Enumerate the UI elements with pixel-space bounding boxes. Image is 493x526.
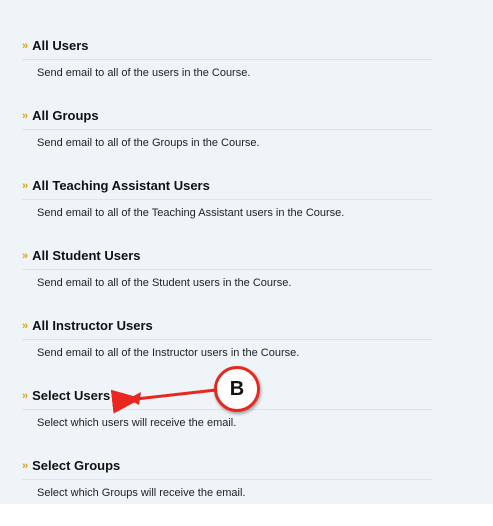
option-description: Send email to all of the Student users i… (37, 277, 292, 289)
divider (22, 199, 432, 200)
recipient-options-panel: » All Users Send email to all of the user… (0, 0, 493, 504)
option-link-all-instructor-users[interactable]: » All Instructor Users (22, 316, 153, 337)
option-title: All Teaching Assistant Users (32, 178, 210, 193)
option-title: All Users (32, 38, 89, 53)
double-chevron-icon: » (22, 390, 29, 402)
option-description: Select which users will receive the emai… (37, 417, 237, 429)
divider (22, 479, 432, 480)
option-link-all-users[interactable]: » All Users (22, 36, 89, 57)
option-title: All Groups (32, 108, 99, 123)
option-link-select-users[interactable]: » Select Users (22, 386, 110, 407)
recipient-options-list: » All Users Send email to all of the user… (22, 36, 432, 526)
list-item: » Select Groups Select which Groups will … (22, 456, 432, 526)
option-description: Select which Groups will receive the ema… (37, 487, 246, 499)
option-title: Select Groups (32, 458, 121, 473)
option-description: Send email to all of the Groups in the C… (37, 137, 260, 149)
option-description: Send email to all of the users in the Co… (37, 67, 251, 79)
option-link-all-student-users[interactable]: » All Student Users (22, 246, 140, 267)
double-chevron-icon: » (22, 460, 29, 472)
double-chevron-icon: » (22, 250, 29, 262)
option-title: All Student Users (32, 248, 141, 263)
divider (22, 129, 432, 130)
option-link-all-teaching-assistant-users[interactable]: » All Teaching Assistant Users (22, 176, 210, 197)
divider (22, 59, 432, 60)
double-chevron-icon: » (22, 320, 29, 332)
option-title: Select Users (32, 388, 111, 403)
list-item: » All Groups Send email to all of the Gro… (22, 106, 432, 176)
option-link-select-groups[interactable]: » Select Groups (22, 456, 120, 477)
list-item: » All Teaching Assistant Users Send email… (22, 176, 432, 246)
option-description: Send email to all of the Teaching Assist… (37, 207, 345, 219)
list-item: » All Student Users Send email to all of … (22, 246, 432, 316)
divider (22, 269, 432, 270)
double-chevron-icon: » (22, 180, 29, 192)
callout-badge: B (214, 366, 260, 412)
list-item: » All Users Send email to all of the user… (22, 36, 432, 106)
divider (22, 339, 432, 340)
double-chevron-icon: » (22, 110, 29, 122)
option-link-all-groups[interactable]: » All Groups (22, 106, 99, 127)
option-title: All Instructor Users (32, 318, 153, 333)
double-chevron-icon: » (22, 40, 29, 52)
option-description: Send email to all of the Instructor user… (37, 347, 300, 359)
